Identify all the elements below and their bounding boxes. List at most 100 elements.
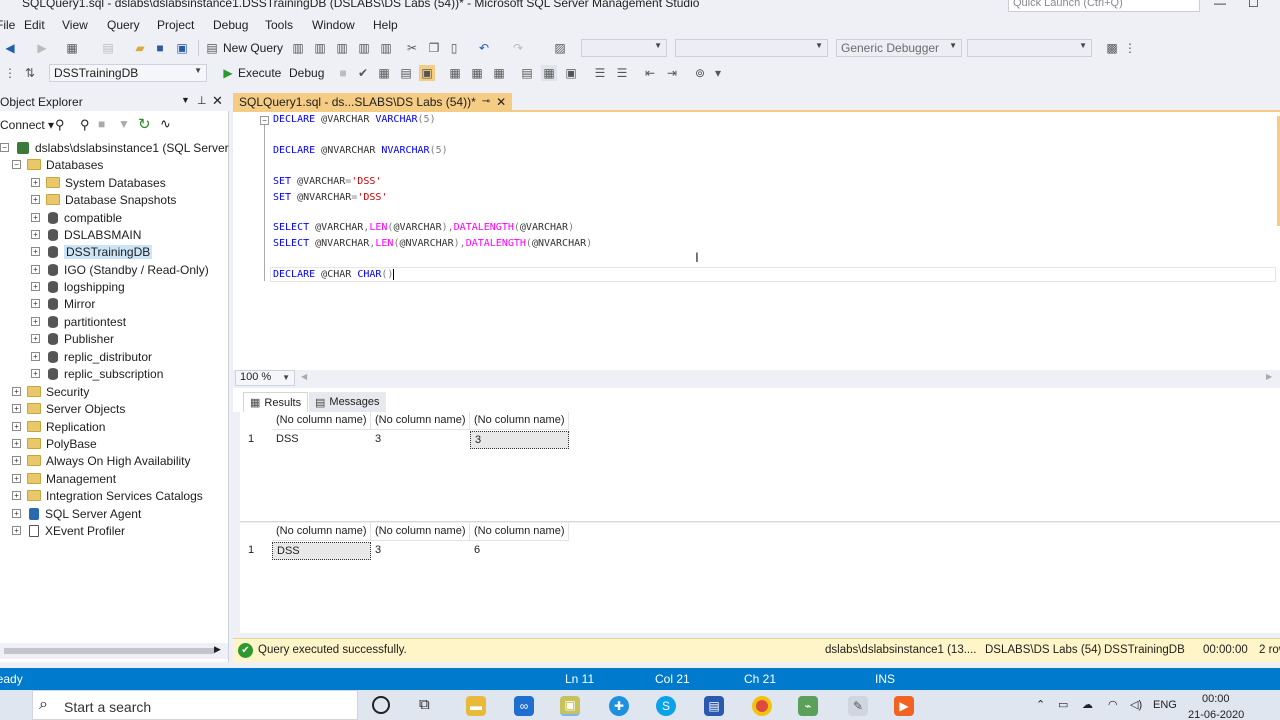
toolbar-overflow-icon[interactable]: ▾ <box>710 65 726 81</box>
execute-icon[interactable]: ▶ <box>220 65 236 81</box>
result-grid-1[interactable]: (No column name) (No column name) (No co… <box>240 412 1280 522</box>
connect-button[interactable]: Connect ▾ <box>0 118 54 132</box>
menu-file[interactable]: File <box>0 18 15 32</box>
tab-results[interactable]: ▦ Results <box>243 392 309 412</box>
xmla-query-icon[interactable]: ▥ <box>356 40 372 56</box>
battery-icon[interactable]: ▭ <box>1058 698 1068 711</box>
file-explorer-icon[interactable]: ▬ <box>466 696 486 716</box>
pin-icon[interactable]: ⊥ <box>197 94 207 107</box>
skype-icon[interactable]: S <box>656 696 676 716</box>
change-connection-icon[interactable]: ⇅ <box>22 65 38 81</box>
tree-item-logshipping[interactable]: + logshipping <box>31 278 125 295</box>
pin-icon[interactable]: ⊸ <box>482 96 490 107</box>
tree-item-integration-services[interactable]: + Integration Services Catalogs <box>12 487 203 504</box>
save-icon[interactable]: ■ <box>152 40 168 56</box>
column-header[interactable]: (No column name) <box>272 523 371 541</box>
taskbar-search[interactable]: ⌕ Start a search <box>32 690 358 720</box>
cloud-icon[interactable]: ☁ <box>1082 698 1093 711</box>
volume-icon[interactable]: ◁) <box>1130 698 1142 711</box>
mdx-query-icon[interactable]: ▥ <box>312 40 328 56</box>
tree-item-mirror[interactable]: + Mirror <box>31 295 95 312</box>
decrease-indent-icon[interactable]: ⇤ <box>642 65 658 81</box>
result-grid-2[interactable]: (No column name) (No column name) (No co… <box>240 523 1280 633</box>
new-query-icon[interactable]: ▤ <box>204 40 220 56</box>
redo-icon[interactable]: ↷ <box>510 40 526 56</box>
tree-item-system-databases[interactable]: + System Databases <box>31 174 166 191</box>
display-plan-icon[interactable]: ▦ <box>376 65 392 81</box>
tree-item-management[interactable]: + Management <box>12 470 116 487</box>
teams-icon[interactable]: ▤ <box>704 696 724 716</box>
tree-item-sql-server-agent[interactable]: + SQL Server Agent <box>12 505 141 522</box>
results-file-icon[interactable]: ▣ <box>563 65 579 81</box>
clock-date[interactable]: 21-06-2020 <box>1188 709 1244 720</box>
tree-item-dsstrainingdb[interactable]: + DSSTrainingDB <box>31 243 153 260</box>
menu-project[interactable]: Project <box>157 18 194 32</box>
row-number[interactable]: 1 <box>244 542 272 560</box>
tree-item-security[interactable]: + Security <box>12 383 89 400</box>
activity-monitor-icon[interactable]: ▨ <box>552 40 568 56</box>
find-in-files-icon[interactable]: ▩ <box>1104 40 1120 56</box>
query-editor[interactable]: − DECLARE @VARCHAR VARCHAR(5) DECLARE @N… <box>233 110 1280 370</box>
menu-debug[interactable]: Debug <box>213 18 248 32</box>
task-view-icon[interactable]: ⧉ <box>419 696 430 713</box>
dax-query-icon[interactable]: ▥ <box>378 40 394 56</box>
app-icon[interactable]: ✎ <box>848 696 868 716</box>
back-icon[interactable]: ◀ <box>2 40 18 56</box>
activity-icon[interactable]: ∿ <box>160 116 171 132</box>
specify-values-icon[interactable]: ⊚ <box>692 65 708 81</box>
increase-indent-icon[interactable]: ⇥ <box>664 65 680 81</box>
undo-icon[interactable]: ↶ <box>476 40 492 56</box>
language-indicator[interactable]: ENG <box>1153 699 1177 711</box>
tree-item-publisher[interactable]: + Publisher <box>31 330 114 347</box>
forward-icon[interactable]: ▶ <box>34 40 50 56</box>
results-grid-icon[interactable]: ▦ <box>541 65 557 81</box>
filter-icon[interactable]: ▼ <box>118 117 130 131</box>
scrollbar-thumb[interactable] <box>4 648 214 654</box>
parse-icon[interactable]: ✔ <box>355 65 371 81</box>
tree-item-database-snapshots[interactable]: + Database Snapshots <box>31 191 176 208</box>
cut-icon[interactable]: ✂ <box>404 40 420 56</box>
tab-messages[interactable]: ▤ Messages <box>309 392 386 412</box>
attach-combo[interactable]: ▼ <box>967 39 1092 57</box>
execute-button[interactable]: Execute <box>238 66 281 80</box>
refresh-icon[interactable]: ↻ <box>138 115 151 133</box>
copy-icon[interactable]: ❐ <box>426 40 442 56</box>
ssms-icon[interactable]: ▣ <box>560 696 580 716</box>
column-header[interactable]: (No column name) <box>470 523 569 541</box>
database-engine-query-icon[interactable]: ▥ <box>290 40 306 56</box>
uncomment-icon[interactable]: ☰ <box>614 65 630 81</box>
visual-studio-icon[interactable]: ∞ <box>514 696 534 716</box>
live-stats-icon[interactable]: ▦ <box>469 65 485 81</box>
comment-icon[interactable]: ☰ <box>592 65 608 81</box>
scroll-right-icon[interactable]: ▶ <box>1266 372 1272 381</box>
cancel-query-icon[interactable]: ■ <box>335 65 351 81</box>
tab-sqlquery1[interactable]: SQLQuery1.sql - ds...SLABS\DS Labs (54))… <box>233 93 513 110</box>
new-project-icon[interactable]: ▦ <box>64 40 80 56</box>
column-header[interactable]: (No column name) <box>272 412 371 430</box>
menu-window[interactable]: Window <box>312 18 355 32</box>
row-number[interactable]: 1 <box>244 431 272 449</box>
new-query-button[interactable]: New Query <box>223 41 283 55</box>
app-icon[interactable]: ⌁ <box>798 696 818 716</box>
tree-item-always-on[interactable]: + Always On High Availability <box>12 452 191 469</box>
tree-server[interactable]: − dslabs\dslabsinstance1 (SQL Server 13.… <box>0 139 255 156</box>
grid-cell[interactable]: DSS <box>272 431 371 449</box>
wifi-icon[interactable]: ◠ <box>1108 698 1118 711</box>
zoom-combo[interactable]: 100 % ▼ <box>235 370 295 386</box>
cortana-icon[interactable] <box>372 696 390 714</box>
solution-config-combo[interactable]: ▼ <box>581 39 667 57</box>
tree-item-igo[interactable]: + IGO (Standby / Read-Only) <box>31 261 209 278</box>
tree-item-replic-distributor[interactable]: + replic_distributor <box>31 348 152 365</box>
recorder-icon[interactable]: ▶ <box>894 696 914 716</box>
query-designer-icon[interactable]: ▤ <box>398 65 414 81</box>
tree-item-partitiontest[interactable]: + partitiontest <box>31 313 126 330</box>
chrome-icon[interactable] <box>752 696 772 716</box>
menu-tools[interactable]: Tools <box>265 18 293 32</box>
add-item-icon[interactable]: ▤ <box>100 40 116 56</box>
close-tab-icon[interactable]: ✕ <box>496 95 506 109</box>
debugger-combo[interactable]: Generic Debugger ▼ <box>836 39 962 57</box>
results-to-text-icon[interactable]: ▤ <box>519 65 535 81</box>
toolbar-options-icon[interactable]: ⋮ <box>1122 40 1138 56</box>
minimize-icon[interactable]: — <box>1214 0 1226 10</box>
scroll-left-icon[interactable]: ◀ <box>301 372 307 381</box>
